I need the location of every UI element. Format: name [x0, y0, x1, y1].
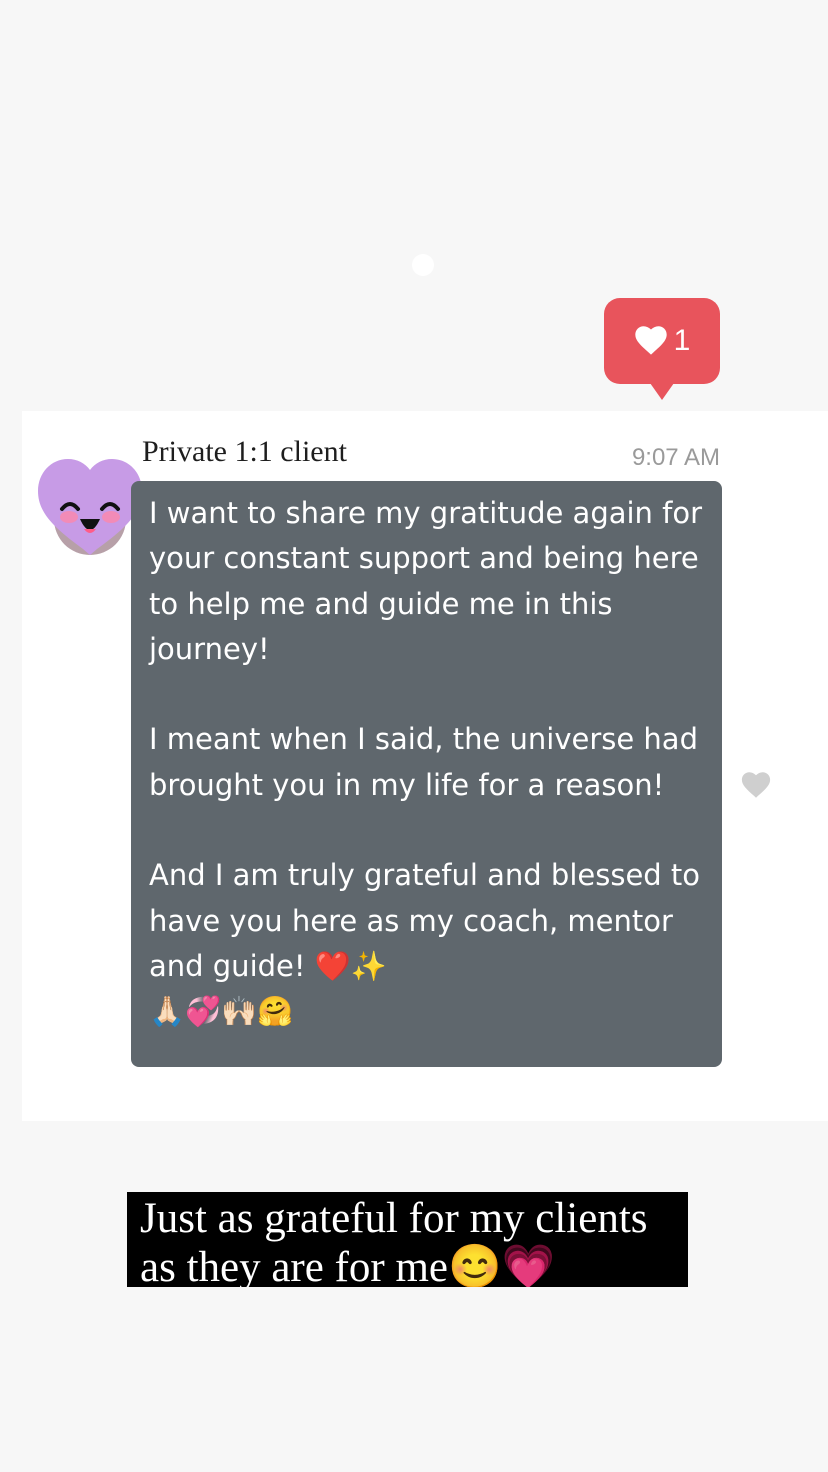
purple-heart-smiley-avatar-icon[interactable]	[36, 459, 144, 559]
like-notification-badge[interactable]: 1	[604, 298, 720, 400]
sender-name: Private 1:1 client	[142, 435, 347, 468]
top-dot	[412, 254, 434, 276]
heart-outline-icon[interactable]	[741, 772, 771, 799]
story-caption: Just as grateful for my clients as they …	[127, 1192, 688, 1287]
message-bubble[interactable]: I want to share my gratitude again for y…	[131, 481, 722, 1067]
like-count: 1	[673, 324, 691, 357]
chat-panel: Private 1:1 client 9:07 AM I want to sha…	[22, 411, 828, 1121]
message-timestamp: 9:07 AM	[631, 444, 720, 471]
heart-icon	[634, 326, 668, 356]
